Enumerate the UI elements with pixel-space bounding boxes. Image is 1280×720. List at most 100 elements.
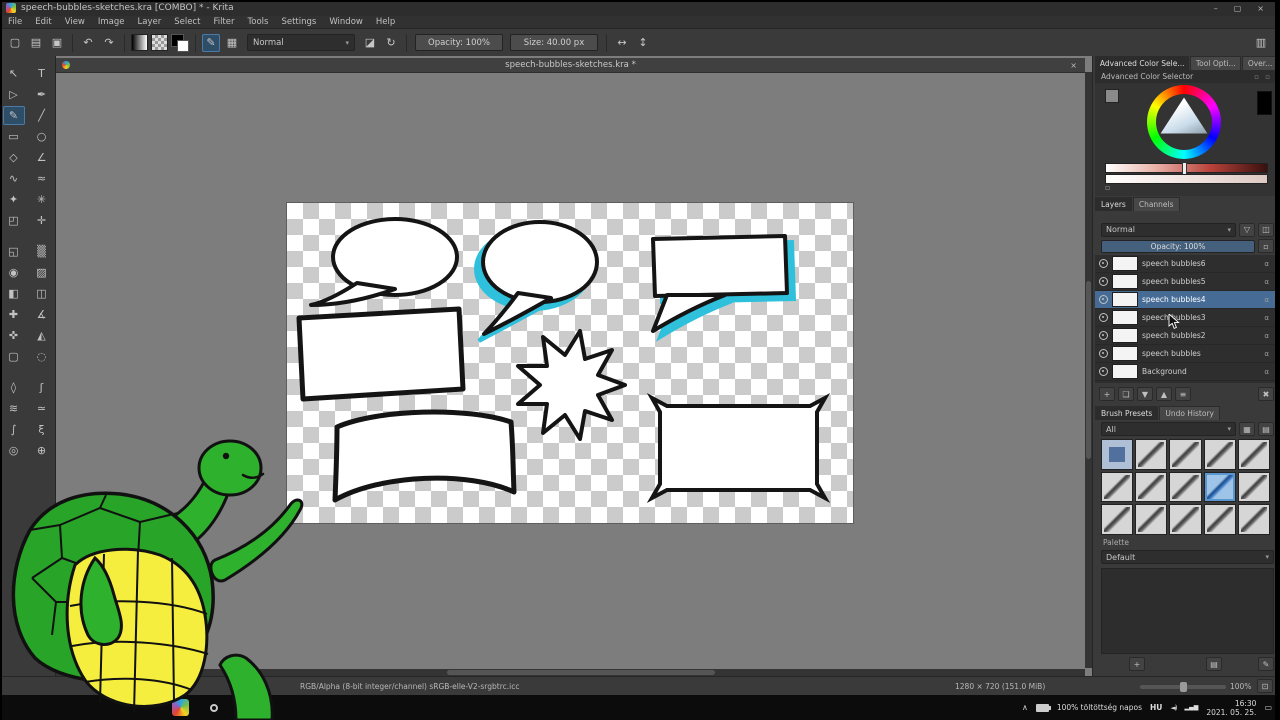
open-document-button[interactable]: ▤ [27, 34, 45, 52]
battery-icon[interactable] [1035, 703, 1051, 712]
duplicate-layer-button[interactable]: ❏ [1118, 387, 1134, 401]
tab-layers[interactable]: Layers [1095, 197, 1132, 211]
menu-item-window[interactable]: Window [329, 17, 363, 27]
blending-mode-select[interactable]: Normal ▾ [247, 34, 355, 51]
reload-preset-button[interactable]: ↻ [382, 34, 400, 52]
rectangular-selection-tool[interactable]: ▢ [3, 347, 25, 366]
brush-preset[interactable] [1237, 439, 1270, 470]
brush-preset[interactable] [1237, 471, 1270, 503]
brush-preset[interactable] [1101, 439, 1134, 470]
contiguous-selection-tool[interactable]: ≋ [3, 399, 25, 418]
brush-preset[interactable] [1203, 439, 1236, 470]
tab-brush-presets[interactable]: Brush Presets [1095, 406, 1159, 420]
canvas-vertical-scrollbar[interactable] [1085, 72, 1092, 668]
layer-opacity-slider[interactable]: Opacity: 100% [1101, 239, 1255, 253]
edit-brush-settings-button[interactable]: ✎ [202, 33, 220, 52]
polygonal-selection-tool[interactable]: ◊ [3, 378, 25, 397]
brush-preset[interactable] [1169, 439, 1202, 470]
canvas-document[interactable] [287, 203, 853, 523]
brush-preset[interactable] [1135, 504, 1168, 535]
document-subwindow-header[interactable]: speech-bubbles-sketches.kra * × [56, 58, 1085, 73]
layer-visibility-eye-icon[interactable] [1099, 331, 1108, 340]
menu-item-layer[interactable]: Layer [138, 17, 162, 27]
brush-preset[interactable] [1101, 471, 1134, 503]
menu-item-view[interactable]: View [65, 17, 85, 27]
select-shapes-tool[interactable]: ↖ [3, 64, 25, 83]
elliptical-selection-tool[interactable]: ◌ [31, 347, 53, 366]
save-document-button[interactable]: ▣ [48, 34, 66, 52]
tab-over[interactable]: Over... [1242, 56, 1279, 70]
layer-row[interactable]: speech bubbles4 α [1095, 291, 1278, 309]
tab-undo-history[interactable]: Undo History [1159, 406, 1220, 420]
measure-tool[interactable]: ∡ [31, 305, 53, 324]
color-history-strip[interactable] [1105, 174, 1268, 184]
gradient-tool[interactable]: ▒ [31, 242, 53, 261]
layer-row[interactable]: speech bubbles6 α [1095, 255, 1278, 273]
gradient-chooser[interactable] [131, 34, 148, 51]
selector-settings-icon[interactable]: ▫ [1105, 183, 1110, 192]
layer-visibility-eye-icon[interactable] [1099, 313, 1108, 322]
palette-view-button[interactable]: ▤ [1206, 657, 1222, 671]
fill-tool[interactable]: ◧ [3, 284, 25, 303]
menu-item-help[interactable]: Help [376, 17, 395, 27]
brush-preset[interactable] [1169, 504, 1202, 535]
layer-row[interactable]: speech bubbles α [1095, 345, 1278, 363]
menu-item-edit[interactable]: Edit [35, 17, 51, 27]
freehand-selection-tool[interactable]: ʃ [31, 378, 53, 397]
horizontal-scroll-thumb[interactable] [447, 670, 715, 675]
brush-preset[interactable] [1237, 504, 1270, 535]
close-button[interactable]: × [1257, 4, 1264, 13]
document-close-button[interactable]: × [1070, 61, 1077, 70]
menu-item-file[interactable]: File [8, 17, 22, 27]
vertical-scroll-thumb[interactable] [1086, 280, 1091, 460]
smart-patch-tool[interactable]: ✜ [3, 326, 25, 345]
maximize-button[interactable]: ▢ [1234, 4, 1242, 13]
foreground-background-colors[interactable] [171, 33, 189, 52]
layer-row[interactable]: speech bubbles3 α [1095, 309, 1278, 327]
polygon-tool[interactable]: ◇ [3, 148, 25, 167]
tab-advanced-color-sele[interactable]: Advanced Color Sele... [1095, 56, 1190, 70]
pattern-chooser[interactable] [151, 34, 168, 51]
keyboard-language-indicator[interactable]: HU [1150, 703, 1162, 712]
delete-layer-button[interactable]: ✖ [1258, 387, 1274, 401]
calligraphy-tool[interactable]: ✒ [31, 85, 53, 104]
pattern-edit-tool[interactable]: ▨ [31, 263, 53, 282]
layer-visibility-eye-icon[interactable] [1099, 295, 1108, 304]
hsv-triangle[interactable] [1160, 97, 1208, 134]
opacity-slider[interactable]: Opacity: 100% [415, 34, 503, 51]
layer-filter-button[interactable]: ▽ [1239, 222, 1255, 237]
tab-tool-opti[interactable]: Tool Opti... [1190, 56, 1242, 70]
menu-item-tools[interactable]: Tools [248, 17, 269, 27]
move-tool[interactable]: ✛ [31, 211, 53, 230]
move-layer-down-button[interactable]: ▼ [1137, 387, 1153, 401]
menu-item-image[interactable]: Image [98, 17, 125, 27]
redo-button[interactable]: ↷ [100, 34, 118, 52]
mirror-horizontal-button[interactable]: ↔ [613, 34, 631, 52]
mirror-vertical-button[interactable]: ↕ [634, 34, 652, 52]
menu-item-select[interactable]: Select [174, 17, 200, 27]
layer-lock-button[interactable]: ▫ [1258, 239, 1274, 253]
brush-grid-view-button[interactable]: ▦ [1239, 422, 1255, 436]
network-icon[interactable]: ▂▄▆ [1184, 704, 1198, 711]
layer-visibility-eye-icon[interactable] [1099, 349, 1108, 358]
crop-tool[interactable]: ◱ [3, 242, 25, 261]
polyline-tool[interactable]: ∠ [31, 148, 53, 167]
zoom-fit-button[interactable]: ⊡ [1257, 679, 1273, 693]
palette-add-button[interactable]: + [1129, 657, 1145, 671]
menu-item-filter[interactable]: Filter [213, 17, 234, 27]
palette-select[interactable]: Default ▾ [1101, 550, 1274, 564]
move-layer-up-button[interactable]: ▲ [1156, 387, 1172, 401]
brush-preset[interactable] [1101, 504, 1134, 535]
brush-presets-chooser-button[interactable]: ▦ [223, 34, 241, 52]
last-used-color-swatch[interactable] [1105, 89, 1119, 103]
minimize-button[interactable]: – [1214, 4, 1218, 13]
docker-option-buttons[interactable]: ▫ ▫ [1254, 73, 1272, 81]
taskbar-clock[interactable]: 16:30 2021. 05. 25. [1206, 699, 1256, 717]
enclose-fill-tool[interactable]: ◫ [31, 284, 53, 303]
assistants-tool[interactable]: ✚ [3, 305, 25, 324]
zoom-slider-thumb[interactable] [1179, 682, 1187, 692]
menu-item-settings[interactable]: Settings [281, 17, 316, 27]
dynamic-brush-tool[interactable]: ✦ [3, 190, 25, 209]
notification-center-icon[interactable]: ▭ [1264, 703, 1272, 712]
layer-row[interactable]: Background α [1095, 363, 1278, 381]
